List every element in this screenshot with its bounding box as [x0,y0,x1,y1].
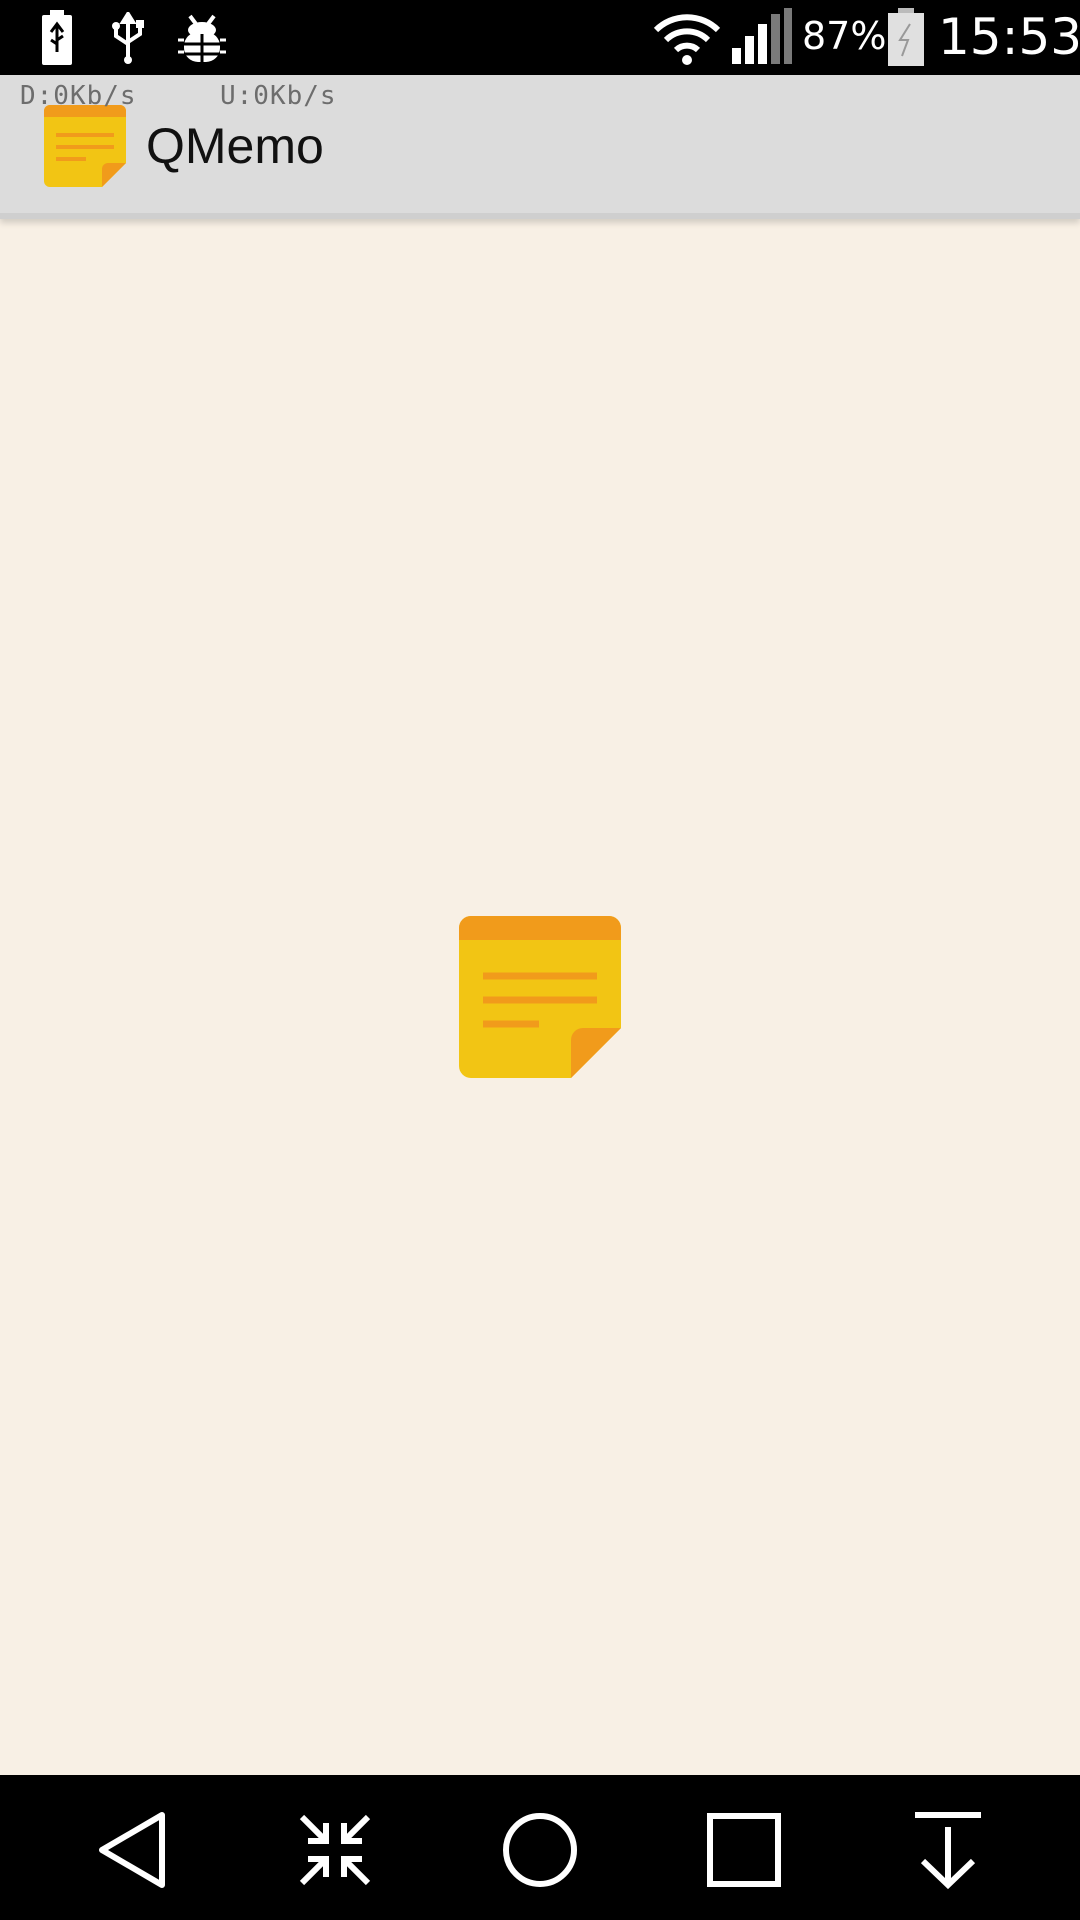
signal-icon [732,8,792,64]
wifi-icon [653,14,721,65]
debug-bug-icon [178,14,226,62]
main-content [0,219,1080,1775]
memo-note-icon [459,916,621,1078]
battery-level: 87% [802,14,887,58]
memo-note-icon[interactable] [44,105,126,187]
minimize-icon[interactable] [290,1805,380,1895]
usb-icon [112,12,144,64]
status-bar: 87% 15:53 [0,0,1080,75]
recents-icon[interactable] [699,1805,789,1895]
clock: 15:53 [938,8,1080,66]
app-bar: D:0Kb/s U:0Kb/s QMemo [0,75,1080,219]
navigation-bar [0,1775,1080,1920]
upload-speed: U:0Kb/s [220,81,337,111]
home-icon[interactable] [495,1805,585,1895]
back-icon[interactable] [90,1805,180,1895]
app-title: QMemo [146,118,324,174]
notification-pull-icon[interactable] [903,1805,993,1895]
battery-charging-usb-icon [42,10,72,65]
battery-icon [888,8,924,66]
download-speed: D:0Kb/s [20,81,137,111]
